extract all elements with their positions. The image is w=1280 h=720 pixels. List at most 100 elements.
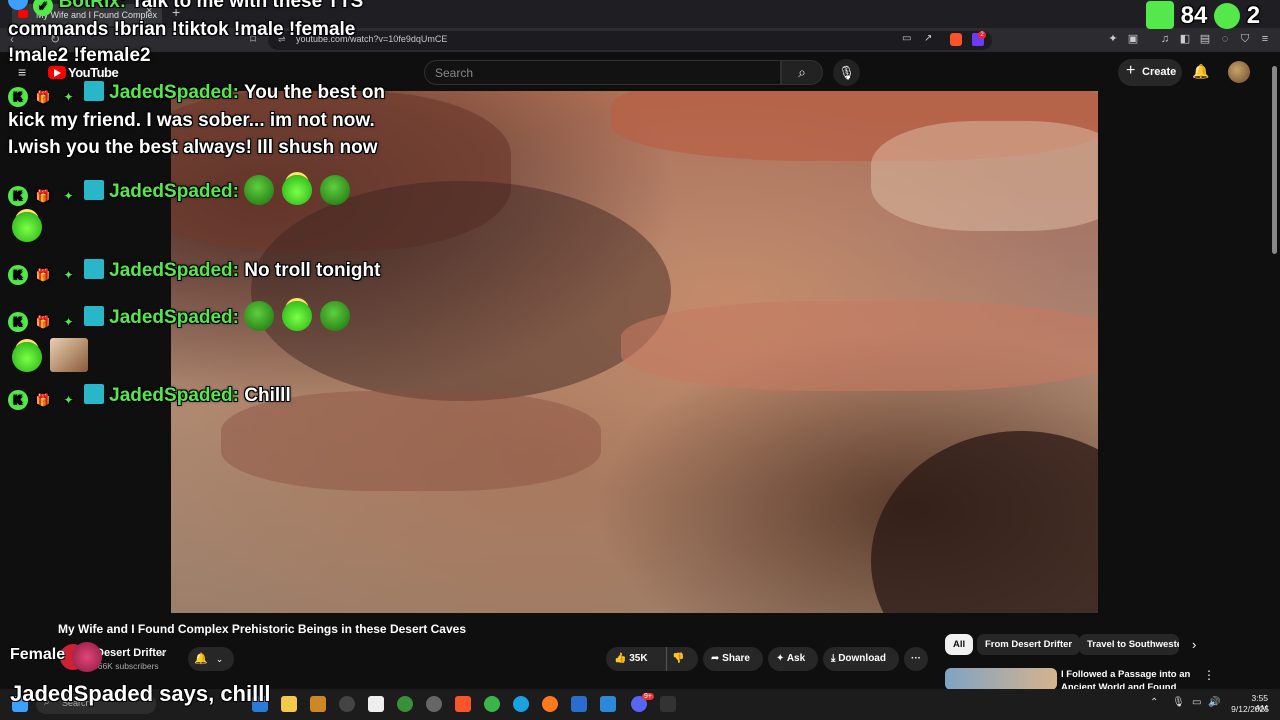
chip-all[interactable]: All [945,634,974,655]
search-input[interactable]: Search [424,60,781,85]
share-icon: ➦ [711,653,720,664]
download-button[interactable]: ⤓ Download [823,647,899,671]
kick-viewer-counter: 84 2 [1146,1,1260,29]
second-count: 2 [1246,2,1261,29]
leo-icon[interactable]: ◌ [1218,32,1232,46]
angel-emote-icon [12,212,42,242]
chat-text-line: I.wish you the best always! Ill shush no… [8,137,378,158]
recommended-thumbnail[interactable] [945,668,1057,690]
address-bar[interactable]: ⇌ youtube.com/watch?v=10fe9dqUmCE ▭ ↗ 2 [268,31,992,50]
kick-badge-icon: K [8,390,28,410]
chat-username: BotRix: [58,0,127,12]
like-count: 35K [629,653,648,664]
recommended-title[interactable]: I Followed a Passage into an Ancient Wor… [1061,668,1197,690]
create-label: Create [1142,66,1177,78]
brave-icon[interactable] [455,696,471,712]
pepe-emote-icon [320,175,351,205]
vscode-icon[interactable] [600,696,616,712]
clock-date[interactable]: 9/12/2025 [1229,704,1269,714]
wallet2-icon[interactable]: ▤ [1198,32,1212,46]
account-avatar[interactable] [1228,61,1250,83]
app2-icon[interactable] [368,696,384,712]
more-vert-icon[interactable]: ⋮ [1203,668,1215,682]
star-badge-icon: ✦ [63,393,74,407]
chevron-right-icon[interactable]: › [1192,637,1196,652]
star-badge-icon: ✦ [63,268,74,282]
tts-voice-label: Female [10,646,66,663]
mic-tray-icon[interactable]: 🎙 [1172,697,1185,708]
menu-icon[interactable]: ≡ [1258,32,1272,46]
brave-shield-icon[interactable] [950,33,962,46]
app4-icon[interactable] [660,696,676,712]
obs-icon[interactable] [339,696,355,712]
sub-badge-icon [83,306,104,326]
dislike-button[interactable]: 👎 [672,647,684,671]
cast-icon[interactable]: ▭ [902,33,911,44]
gift-icon: 🎁 [35,393,51,407]
channel-name[interactable]: Desert Drifter [96,647,166,659]
ask-label: Ask [786,653,806,664]
chat-text-line: kick my friend. I was sober... im not no… [8,110,375,131]
chat-text: Talk to me with these TTS [131,0,364,12]
like-button[interactable]: 👍 35K [614,647,648,671]
chat-text: Chilll [244,385,291,406]
vpn-icon[interactable]: ⛉ [1238,32,1252,46]
download-icon: ⤓ [831,653,836,664]
more-actions-button[interactable]: ··· [904,647,928,671]
subscribed-bell-button[interactable]: 🔔 ⌄ [188,647,234,671]
chrome2-icon[interactable] [484,696,500,712]
share-page-icon[interactable]: ↗ [924,33,932,44]
plus-icon: + [1126,62,1136,79]
chat-message-5: K 🎁 ✦ JadedSpaded: Chilll [8,382,291,410]
botrix-badge-icon [8,0,28,10]
gift-icon: 🎁 [35,315,51,329]
tray-chevron-icon[interactable]: ⌃ [1150,697,1158,708]
chat-message-4: K 🎁 ✦ JadedSpaded: [8,301,358,332]
chat-message-3: K 🎁 ✦ JadedSpaded: No troll tonight [8,257,380,285]
notifications-bell-icon[interactable]: 🔔 [1192,63,1209,80]
scrollbar-thumb[interactable] [1272,66,1277,254]
settings-icon[interactable] [426,696,442,712]
kick-badge-icon: K [8,87,28,107]
thumbs-up-icon: 👍 [614,653,627,664]
chat-message-2: K 🎁 ✦ JadedSpaded: [8,175,358,206]
angel-emote-icon [12,342,42,372]
star-badge-icon: ✦ [63,189,74,203]
kick-count: 84 [1180,2,1208,29]
chrome-icon[interactable] [397,696,413,712]
gift-icon: 🎁 [35,90,51,104]
star-badge-icon: ✦ [63,90,74,104]
bell-icon: 🔔 [194,653,208,665]
chat-username: JadedSpaded: [109,82,239,103]
display-tray-icon[interactable]: ▭ [1192,697,1201,708]
firefox-icon[interactable] [542,696,558,712]
video-title: My Wife and I Found Complex Prehistoric … [58,622,466,636]
voice-search-button[interactable]: 🎙 [833,59,860,86]
wallet-icon[interactable]: ▣ [1126,32,1140,46]
sidebar-icon[interactable]: ◧ [1178,32,1192,46]
download-label: Download [838,653,886,664]
video-player[interactable] [171,91,1098,613]
sub-badge-icon [83,384,104,404]
search-button[interactable]: ⌕ [781,60,823,85]
share-button[interactable]: ➦ Share [703,647,763,671]
angel-emote-icon [282,301,313,331]
kick-badge-icon: K [8,265,28,285]
ask-button[interactable]: ✦ Ask [768,647,818,671]
music-icon[interactable]: ♫ [1158,32,1172,46]
app3-icon[interactable] [571,696,587,712]
kick-badge-icon: K [8,186,28,206]
chat-emote-line [12,338,96,372]
app-icon[interactable] [310,696,326,712]
extensions-icon[interactable]: ✦ [1106,32,1120,46]
like-dislike-group: 👍 35K 👎 [606,647,698,671]
chip-from-channel[interactable]: From Desert Drifter [977,634,1081,655]
gift-icon: 🎁 [35,189,51,203]
chat-text-line: !male2 !female2 [8,45,151,66]
sparkle-icon: ✦ [776,653,785,664]
chat-message-1: K 🎁 ✦ JadedSpaded: You the best on [8,79,385,107]
file-explorer-icon[interactable] [281,696,297,712]
volume-icon[interactable]: 🔊 [1208,697,1220,708]
chip-travel[interactable]: Travel to Southwester [1079,634,1179,655]
edge-icon[interactable] [513,696,529,712]
